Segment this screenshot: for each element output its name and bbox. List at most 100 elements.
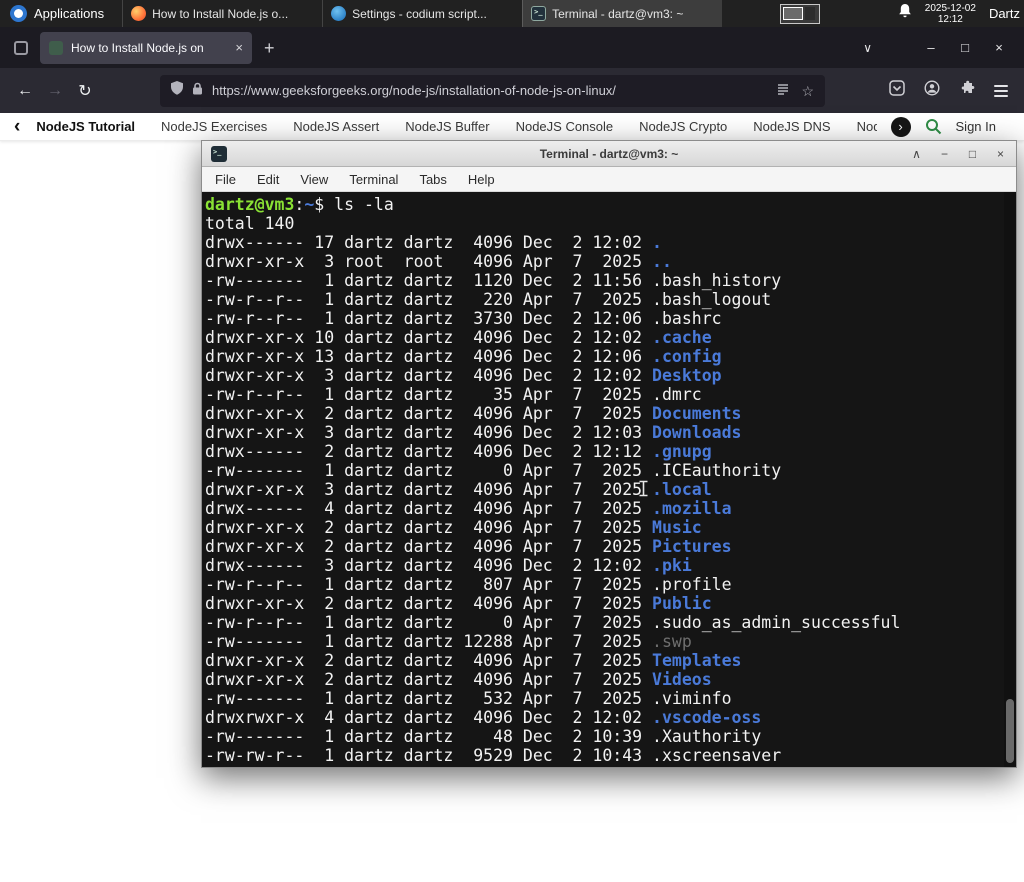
listing-meta: drwxr-xr-x 3 dartz dartz 4096 Dec 2 12:0…	[205, 366, 653, 385]
clock-time: 12:12	[937, 13, 963, 25]
tab-title: How to Install Node.js on	[71, 40, 204, 55]
terminal-menu-terminal[interactable]: Terminal	[349, 172, 398, 187]
applications-menu-button[interactable]: Applications	[0, 0, 114, 27]
terminal-menu-view[interactable]: View	[300, 172, 328, 187]
forward-button[interactable]: →	[40, 76, 70, 106]
nav-scroll-left-icon[interactable]: ‹	[14, 117, 20, 136]
listing-meta: drwxrwxr-x 4 dartz dartz 4096 Dec 2 12:0…	[205, 708, 653, 727]
account-icon[interactable]	[924, 80, 940, 101]
listing-name: .ICEauthority	[652, 461, 782, 480]
listing-name: .xscreensaver	[652, 746, 782, 765]
search-icon[interactable]	[925, 118, 942, 135]
taskbar-window-button-2[interactable]: Settings - codium script...	[322, 0, 522, 27]
terminal-scrollbar-thumb[interactable]	[1006, 699, 1014, 763]
terminal-body[interactable]: dartz@vm3:~$ ls -la total 140 drwx------…	[202, 192, 1016, 767]
terminal-output-line: -rw-r--r-- 1 dartz dartz 807 Apr 7 2025 …	[205, 575, 1016, 594]
nav-item-node[interactable]: Node	[857, 119, 877, 134]
listing-name: .bash_logout	[652, 290, 772, 309]
nav-item-nodejs-tutorial[interactable]: NodeJS Tutorial	[36, 119, 135, 134]
terminal-total-line: total 140	[205, 214, 295, 233]
listing-meta: drwxr-xr-x 2 dartz dartz 4096 Apr 7 2025	[205, 670, 653, 689]
terminal-output-line: drwxr-xr-x 2 dartz dartz 4096 Apr 7 2025…	[205, 594, 1016, 613]
listing-meta: -rw-r--r-- 1 dartz dartz 3730 Dec 2 12:0…	[205, 309, 653, 328]
nav-item-nodejs-assert[interactable]: NodeJS Assert	[293, 119, 379, 134]
bookmark-star-icon[interactable]: ☆	[801, 84, 814, 98]
terminal-window: Terminal - dartz@vm3: ~ ∧ − □ × File Edit…	[201, 140, 1017, 768]
clock-date: 2025-12-02	[924, 2, 976, 14]
listing-name: .config	[652, 347, 722, 366]
terminal-menu-edit[interactable]: Edit	[257, 172, 279, 187]
nav-item-nodejs-exercises[interactable]: NodeJS Exercises	[161, 119, 267, 134]
nav-item-nodejs-crypto[interactable]: NodeJS Crypto	[639, 119, 727, 134]
terminal-output-line: -rw------- 1 dartz dartz 12288 Apr 7 202…	[205, 632, 1016, 651]
menu-hamburger-icon[interactable]	[994, 84, 1008, 97]
terminal-menu-file[interactable]: File	[215, 172, 236, 187]
terminal-output-line: drwx------ 2 dartz dartz 4096 Dec 2 12:1…	[205, 442, 1016, 461]
tab-close-icon[interactable]: ×	[235, 40, 243, 55]
browser-tab[interactable]: How to Install Node.js on ×	[40, 31, 252, 64]
panel-clock[interactable]: 2025-12-02 12:12	[925, 3, 976, 25]
nav-item-nodejs-dns[interactable]: NodeJS DNS	[753, 119, 830, 134]
terminal-output-line: -rw-rw-r-- 1 dartz dartz 9529 Dec 2 10:4…	[205, 746, 1016, 765]
lock-icon[interactable]	[192, 82, 203, 100]
firefox-tab-bar: How to Install Node.js on × + ∨ – □ ×	[0, 27, 1024, 68]
prompt-colon: :	[294, 195, 305, 214]
taskbar-window-title: How to Install Node.js o...	[152, 6, 289, 21]
listing-meta: drwxr-xr-x 2 dartz dartz 4096 Apr 7 2025	[205, 594, 653, 613]
reader-mode-icon[interactable]	[777, 82, 789, 100]
terminal-output-line: drwx------ 4 dartz dartz 4096 Apr 7 2025…	[205, 499, 1016, 518]
taskbar-window-title: Terminal - dartz@vm3: ~	[552, 6, 684, 21]
listing-meta: drwxr-xr-x 2 dartz dartz 4096 Apr 7 2025	[205, 518, 653, 537]
terminal-menu-tabs[interactable]: Tabs	[419, 172, 446, 187]
panel-status-area: 2025-12-02 12:12 Dartz	[898, 0, 1024, 27]
url-bar[interactable]: https://www.geeksforgeeks.org/node-js/in…	[160, 74, 825, 107]
extensions-puzzle-icon[interactable]	[959, 80, 975, 101]
taskbar-window-button-1[interactable]: How to Install Node.js o...	[122, 0, 322, 27]
terminal-close-button[interactable]: ×	[994, 148, 1007, 160]
prompt-user: dartz@vm3	[205, 195, 295, 214]
terminal-output-line: -rw-r--r-- 1 dartz dartz 3730 Dec 2 12:0…	[205, 309, 1016, 328]
xubuntu-logo-icon	[10, 5, 27, 22]
firefox-view-icon[interactable]	[14, 40, 28, 55]
nav-item-nodejs-console[interactable]: NodeJS Console	[516, 119, 614, 134]
terminal-command: ls -la	[334, 195, 394, 214]
toolbar-right-icons	[889, 80, 1014, 101]
sign-in-button[interactable]: Sign In	[956, 119, 996, 134]
list-all-tabs-icon[interactable]: ∨	[863, 41, 872, 55]
terminal-output-line: drwxr-xr-x 2 dartz dartz 4096 Apr 7 2025…	[205, 518, 1016, 537]
tracking-shield-icon[interactable]	[171, 81, 183, 100]
listing-name: Downloads	[652, 423, 742, 442]
terminal-maximize-button[interactable]: □	[966, 148, 979, 160]
listing-meta: drwxr-xr-x 2 dartz dartz 4096 Apr 7 2025	[205, 404, 653, 423]
terminal-scrollbar[interactable]	[1004, 192, 1016, 767]
listing-name: ..	[652, 252, 672, 271]
window-minimize-button[interactable]: –	[914, 40, 948, 55]
listing-name: .bash_history	[652, 271, 782, 290]
terminal-window-controls: ∧ − □ ×	[910, 148, 1007, 160]
reload-button[interactable]: ↻	[70, 76, 100, 106]
terminal-shade-button[interactable]: ∧	[910, 148, 923, 160]
nav-item-nodejs-buffer[interactable]: NodeJS Buffer	[405, 119, 489, 134]
listing-name: .Xauthority	[652, 727, 762, 746]
listing-meta: -rw-r--r-- 1 dartz dartz 35 Apr 7 2025	[205, 385, 653, 404]
taskbar-window-button-3[interactable]: Terminal - dartz@vm3: ~	[522, 0, 723, 27]
terminal-output-line: -rw-r--r-- 1 dartz dartz 35 Apr 7 2025 .…	[205, 385, 1016, 404]
terminal-minimize-button[interactable]: −	[938, 148, 951, 160]
back-button[interactable]: ←	[10, 76, 40, 106]
workspace-switcher[interactable]	[780, 3, 821, 24]
notification-bell-icon[interactable]	[898, 3, 912, 24]
terminal-titlebar[interactable]: Terminal - dartz@vm3: ~ ∧ − □ ×	[202, 141, 1016, 167]
nav-scroll-right-icon[interactable]: ›	[890, 116, 911, 137]
listing-meta: drwxr-xr-x 3 dartz dartz 4096 Apr 7 2025	[205, 480, 653, 499]
listing-meta: -rw------- 1 dartz dartz 532 Apr 7 2025	[205, 689, 653, 708]
window-close-button[interactable]: ×	[982, 40, 1016, 55]
terminal-output-line: drwxr-xr-x 2 dartz dartz 4096 Apr 7 2025…	[205, 404, 1016, 423]
window-maximize-button[interactable]: □	[948, 40, 982, 55]
terminal-output-line: drwxr-xr-x 3 root root 4096 Apr 7 2025 .…	[205, 252, 1016, 271]
workspace-cell	[805, 7, 816, 20]
terminal-output: drwx------ 17 dartz dartz 4096 Dec 2 12:…	[205, 233, 1016, 765]
terminal-icon	[531, 6, 547, 21]
pocket-icon[interactable]	[889, 80, 905, 101]
terminal-menu-help[interactable]: Help	[468, 172, 495, 187]
new-tab-button[interactable]: +	[264, 39, 275, 57]
